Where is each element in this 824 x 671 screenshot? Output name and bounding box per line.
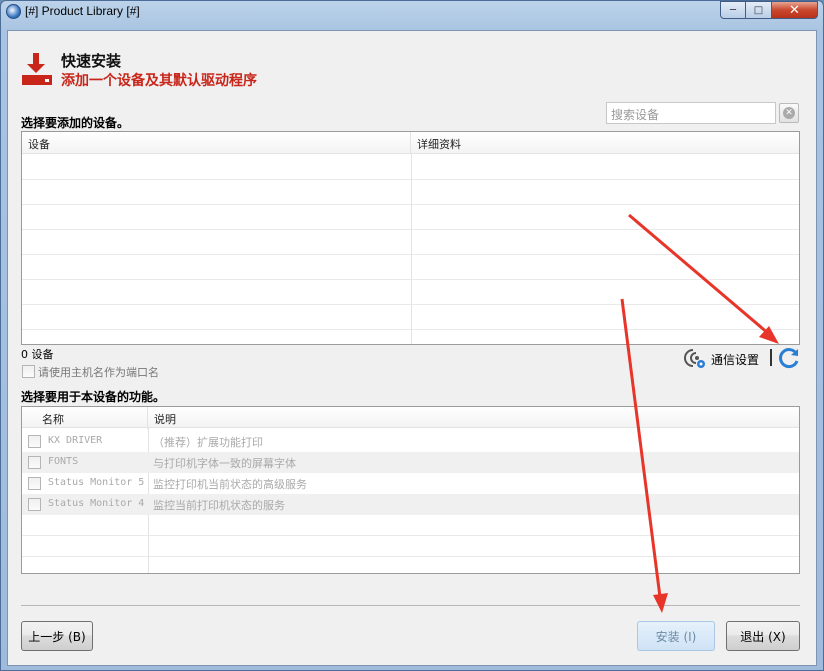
arrow-head-icon xyxy=(653,593,668,613)
annotation-arrows xyxy=(620,213,779,613)
app-window: [#] Product Library [#] ─ □ ✕ 快速安装 添加一个设… xyxy=(0,0,824,671)
